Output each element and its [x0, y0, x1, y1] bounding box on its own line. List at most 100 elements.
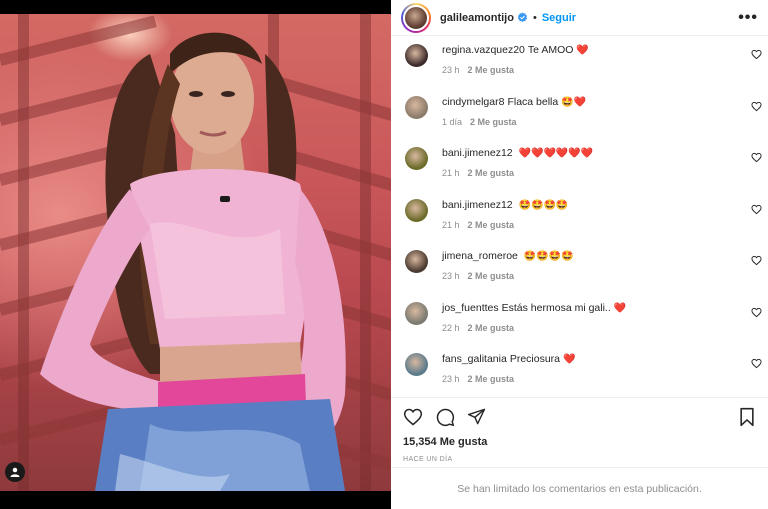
comment-body: fans_galitania Preciosura ❤️ 23 h 2 Me gust… [442, 353, 754, 384]
comment-row: bani.jimenez12 ❤️❤️❤️❤️❤️❤️ 21 h 2 Me gust… [391, 147, 768, 199]
commenter-username[interactable]: regina.vazquez20 [442, 44, 525, 56]
person-figure [40, 32, 346, 491]
comment-text: Flaca bella [507, 95, 559, 108]
commenter-username[interactable]: jimena_romeroe [442, 250, 518, 262]
share-button[interactable] [467, 407, 486, 426]
commenter-avatar[interactable] [405, 353, 428, 376]
comment-like-button[interactable] [751, 150, 762, 168]
comment-meta: 22 h 2 Me gusta [442, 323, 754, 333]
bookmark-icon [740, 407, 754, 426]
comment-meta: 23 h 2 Me gusta [442, 271, 754, 281]
comment-like-button[interactable] [751, 99, 762, 117]
comment-icon [436, 408, 455, 426]
commenter-username[interactable]: cindymelgar8 [442, 96, 504, 108]
heart-icon [751, 49, 762, 60]
comment-body: bani.jimenez12 ❤️❤️❤️❤️❤️❤️ 21 h 2 Me gust… [442, 147, 754, 178]
commenter-avatar[interactable] [405, 147, 428, 170]
comment-text-line: fans_galitania Preciosura ❤️ [442, 353, 754, 366]
comment-meta: 1 día 2 Me gusta [442, 117, 754, 127]
author-avatar-image [403, 4, 429, 31]
action-bar [391, 397, 768, 435]
paper-plane-icon [467, 408, 486, 425]
post-details-panel: galileamontijo • Seguir ••• regina.vazqu… [391, 0, 768, 509]
post-header: galileamontijo • Seguir ••• [391, 0, 768, 36]
comment-emoji: ❤️ [613, 302, 627, 314]
comment-emoji: 🤩❤️ [561, 96, 587, 108]
comment-button[interactable] [435, 407, 455, 427]
comment-meta: 21 h 2 Me gusta [442, 220, 754, 230]
comment-time[interactable]: 21 h [442, 220, 460, 230]
comment-likes-count[interactable]: 2 Me gusta [468, 168, 515, 178]
comment-text: Te AMOO [527, 44, 574, 56]
comment-body: bani.jimenez12 🤩🤩🤩🤩 21 h 2 Me gusta [442, 199, 754, 230]
comment-likes-count[interactable]: 2 Me gusta [468, 220, 515, 230]
comment-time[interactable]: 23 h [442, 65, 460, 75]
heart-icon [751, 101, 762, 111]
user-tag-icon [10, 467, 20, 477]
heart-icon [403, 408, 423, 425]
comment-likes-count[interactable]: 2 Me gusta [468, 65, 515, 75]
comment-emoji: ❤️❤️❤️❤️❤️❤️ [518, 148, 594, 159]
post-timestamp[interactable]: HACE UN DÍA [391, 453, 768, 467]
heart-icon [751, 152, 762, 163]
commenter-username[interactable]: bani.jimenez12 [442, 147, 513, 159]
commenter-avatar[interactable] [405, 250, 428, 273]
author-avatar[interactable] [401, 2, 431, 33]
commenter-avatar[interactable] [405, 95, 428, 119]
comment-text: Preciosura [509, 353, 561, 365]
comment-text-line: bani.jimenez12 ❤️❤️❤️❤️❤️❤️ [442, 147, 754, 160]
author-username[interactable]: galileamontijo [440, 12, 514, 24]
comment-row: regina.vazquez20 Te AMOO ❤️ 23 h 2 Me gusta [391, 44, 768, 96]
comment-time[interactable]: 21 h [442, 168, 460, 178]
comment-emoji: 🤩🤩🤩🤩 [518, 199, 569, 211]
like-button[interactable] [403, 407, 423, 427]
likes-count[interactable]: 15,354 Me gusta [391, 435, 768, 453]
comment-time[interactable]: 1 día [442, 117, 462, 127]
commenter-avatar[interactable] [405, 301, 428, 325]
comment-meta: 23 h 2 Me gusta [442, 65, 754, 75]
post-photo-pane[interactable] [0, 0, 391, 509]
comment-likes-count[interactable]: 2 Me gusta [468, 374, 515, 384]
comment-emoji: 🤩🤩🤩🤩 [523, 251, 574, 262]
comment-like-button[interactable] [751, 253, 762, 271]
comment-row: jos_fuenttes Estás hermosa mi gali.. ❤️ 22… [391, 301, 768, 354]
verified-badge-icon [517, 12, 528, 23]
save-button[interactable] [738, 407, 756, 427]
comment-like-button[interactable] [751, 356, 762, 374]
comment-likes-count[interactable]: 2 Me gusta [470, 117, 517, 127]
comment-text-line: regina.vazquez20 Te AMOO ❤️ [442, 44, 754, 57]
tagged-users-button[interactable] [5, 462, 25, 482]
post-viewer: galileamontijo • Seguir ••• regina.vazqu… [0, 0, 768, 509]
follow-button[interactable]: Seguir [542, 12, 576, 24]
commenter-username[interactable]: fans_galitania [442, 353, 507, 365]
comment-text-line: cindymelgar8 Flaca bella 🤩❤️ [442, 96, 754, 109]
comment-emoji: ❤️ [576, 45, 589, 56]
comment-row: jimena_romeroe 🤩🤩🤩🤩 23 h 2 Me gusta [391, 250, 768, 302]
comment-time[interactable]: 23 h [442, 374, 460, 384]
commenter-username[interactable]: bani.jimenez12 [442, 199, 513, 211]
comment-time[interactable]: 22 h [442, 323, 460, 333]
heart-icon [751, 204, 762, 214]
commenter-avatar[interactable] [405, 198, 428, 222]
comment-emoji: ❤️ [562, 354, 576, 365]
comment-like-button[interactable] [751, 47, 762, 65]
comment-time[interactable]: 23 h [442, 271, 460, 281]
comments-limited-notice: Se han limitado los comentarios en esta … [391, 467, 768, 509]
comments-list[interactable]: regina.vazquez20 Te AMOO ❤️ 23 h 2 Me gusta… [391, 36, 768, 397]
comment-text: Estás hermosa mi gali.. [501, 301, 611, 314]
comment-likes-count[interactable]: 2 Me gusta [468, 323, 515, 333]
comment-text-line: bani.jimenez12 🤩🤩🤩🤩 [442, 199, 754, 212]
comment-like-button[interactable] [751, 305, 762, 323]
commenter-username[interactable]: jos_fuenttes [442, 302, 499, 314]
heart-icon [751, 255, 762, 266]
comment-text-line: jimena_romeroe 🤩🤩🤩🤩 [442, 250, 754, 263]
comment-body: regina.vazquez20 Te AMOO ❤️ 23 h 2 Me gusta [442, 44, 754, 75]
post-photo[interactable] [0, 14, 391, 491]
comment-like-button[interactable] [751, 202, 762, 220]
comment-likes-count[interactable]: 2 Me gusta [468, 271, 515, 281]
more-options-button[interactable]: ••• [738, 9, 758, 27]
commenter-avatar[interactable] [405, 44, 428, 67]
comment-row: cindymelgar8 Flaca bella 🤩❤️ 1 día 2 Me gus… [391, 95, 768, 148]
comment-body: jos_fuenttes Estás hermosa mi gali.. ❤️ 22… [442, 302, 754, 333]
header-separator: • [532, 11, 537, 24]
